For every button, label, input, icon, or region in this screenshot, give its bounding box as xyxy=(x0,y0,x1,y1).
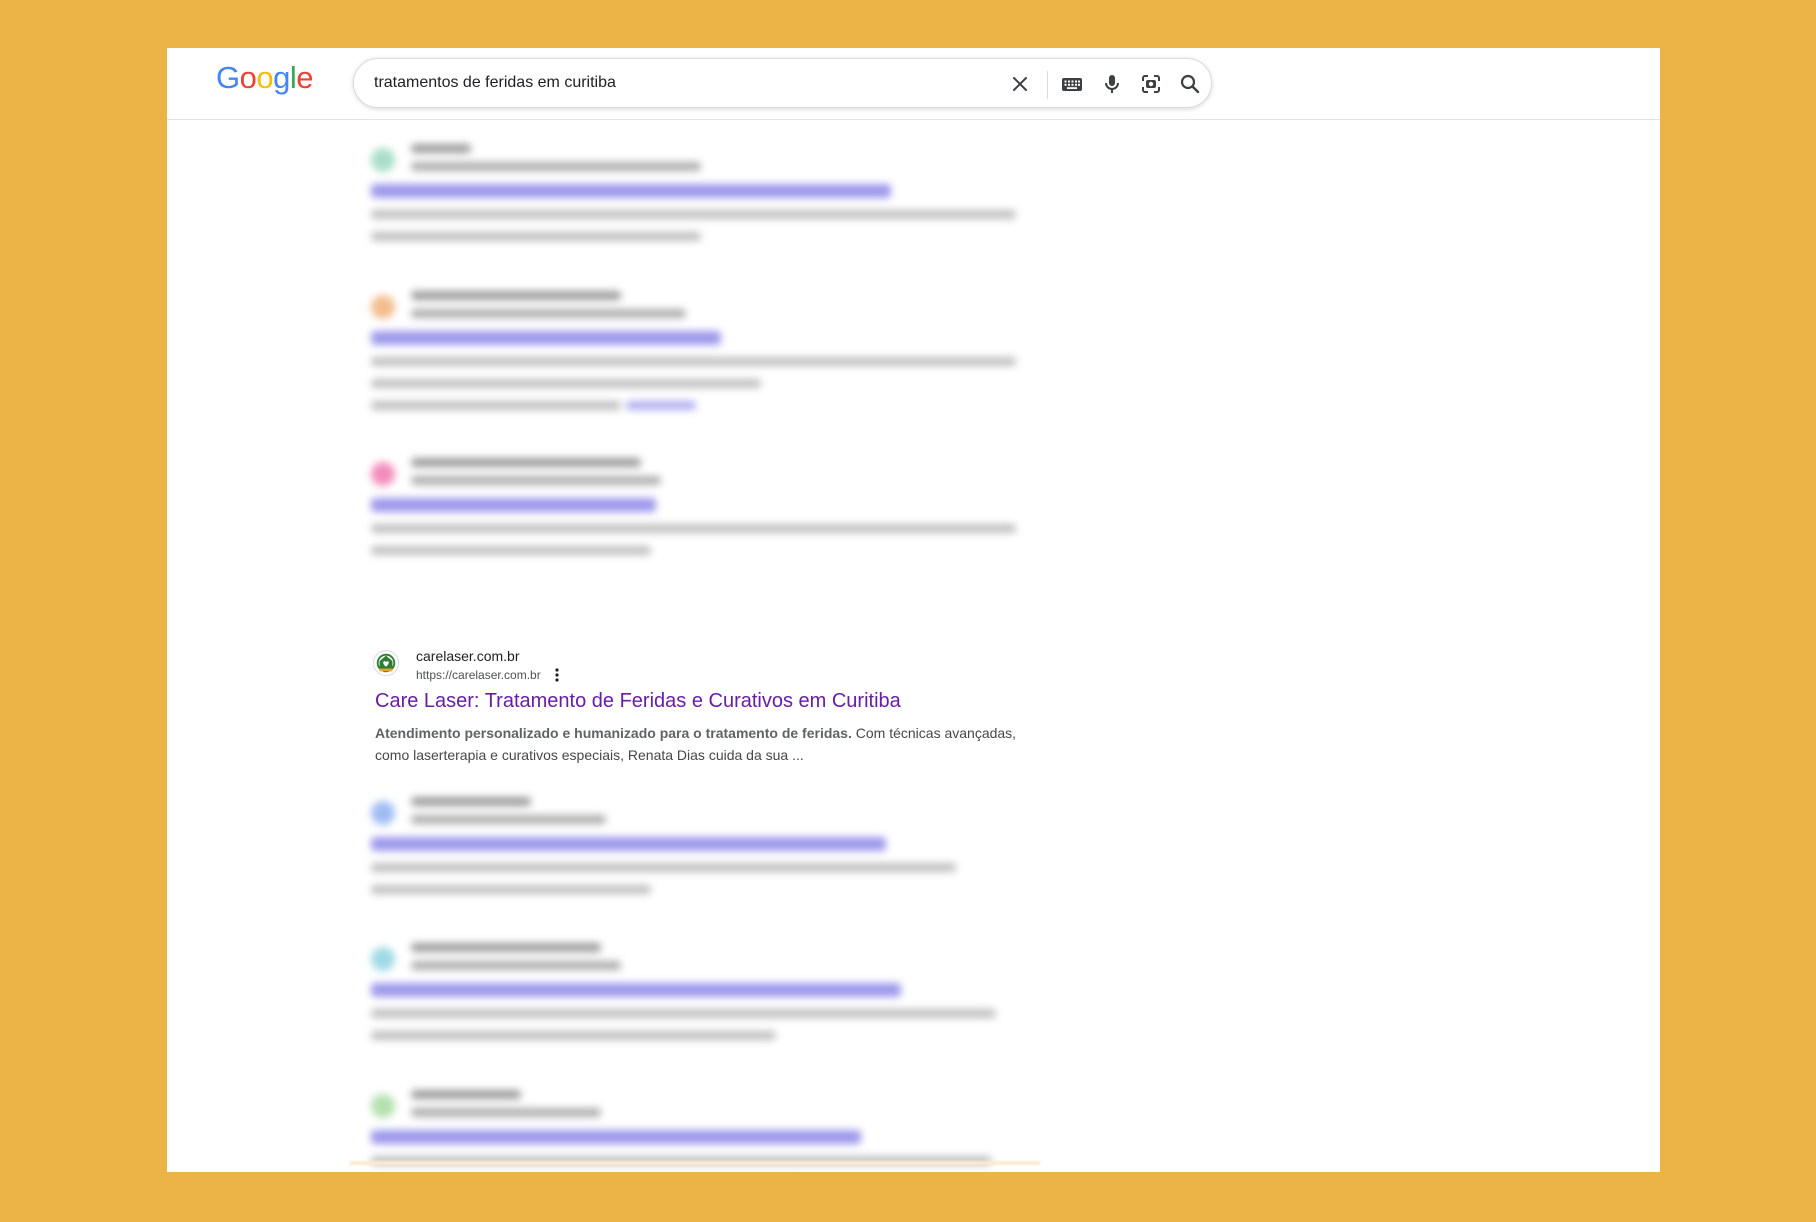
blurred-text xyxy=(371,232,701,241)
blurred-text xyxy=(371,357,1016,366)
logo-letter: g xyxy=(273,60,290,95)
blurred-title xyxy=(371,498,656,512)
blurred-text xyxy=(371,546,651,555)
search-results: carelaser.com.br https://carelaser.com.b… xyxy=(167,120,1660,1172)
blurred-text xyxy=(411,291,621,300)
blurred-link xyxy=(626,401,696,410)
blurred-favicon xyxy=(371,295,395,319)
result-title-link[interactable]: Care Laser: Tratamento de Feridas e Cura… xyxy=(375,690,901,713)
result-snippet-highlight: Atendimento personalizado e humanizado p… xyxy=(375,725,852,741)
blurred-title xyxy=(371,1130,861,1144)
microphone-icon[interactable] xyxy=(1100,72,1124,96)
result-snippet: Atendimento personalizado e humanizado p… xyxy=(375,722,1035,766)
blurred-result xyxy=(371,939,1031,1049)
blurred-text xyxy=(411,943,601,952)
blurred-favicon xyxy=(371,148,395,172)
blurred-result xyxy=(371,1086,1031,1172)
blurred-favicon xyxy=(371,947,395,971)
blurred-text xyxy=(371,1009,996,1018)
blurred-text xyxy=(371,885,651,894)
blurred-text xyxy=(371,210,1016,219)
blurred-text xyxy=(411,1108,601,1117)
result-url[interactable]: https://carelaser.com.br xyxy=(416,668,541,682)
blurred-text xyxy=(411,309,686,318)
blurred-text xyxy=(411,815,606,824)
blurred-title xyxy=(371,983,901,997)
blurred-text xyxy=(411,797,531,806)
result-site-name[interactable]: carelaser.com.br xyxy=(416,648,519,664)
blurred-result xyxy=(371,140,1031,250)
search-divider xyxy=(1047,71,1048,99)
keyboard-icon[interactable] xyxy=(1060,72,1084,96)
blurred-text xyxy=(411,162,701,171)
logo-letter: o xyxy=(256,60,274,95)
search-icon[interactable] xyxy=(1178,72,1202,96)
blurred-text xyxy=(371,1031,776,1040)
blurred-title xyxy=(371,184,891,198)
blurred-text xyxy=(371,863,956,872)
blurred-text xyxy=(411,1090,521,1099)
blurred-result xyxy=(371,454,1031,564)
blurred-title xyxy=(371,837,886,851)
blurred-text xyxy=(371,401,621,410)
search-header: Google xyxy=(167,48,1660,120)
blurred-favicon xyxy=(371,1094,395,1118)
search-input[interactable] xyxy=(374,71,974,95)
care-laser-favicon-icon[interactable] xyxy=(373,650,399,676)
clear-icon[interactable] xyxy=(1008,72,1032,96)
logo-letter: G xyxy=(216,60,240,95)
google-logo[interactable]: Google xyxy=(216,60,314,95)
blurred-text xyxy=(371,379,761,388)
blurred-result xyxy=(371,793,1031,903)
logo-letter: o xyxy=(239,60,257,95)
bottom-highlight-divider xyxy=(350,1161,1040,1165)
blurred-text xyxy=(411,458,641,467)
search-result: carelaser.com.br https://carelaser.com.b… xyxy=(371,646,1051,763)
blurred-text xyxy=(411,144,471,153)
blurred-favicon xyxy=(371,462,395,486)
blurred-text xyxy=(371,524,1016,533)
blurred-title xyxy=(371,331,721,345)
blurred-favicon xyxy=(371,801,395,825)
more-options-icon[interactable] xyxy=(551,666,563,684)
search-box xyxy=(353,58,1212,108)
blurred-result xyxy=(371,287,1031,417)
blurred-text xyxy=(411,476,661,485)
logo-letter: e xyxy=(296,60,314,95)
blurred-text xyxy=(411,961,621,970)
lens-icon[interactable] xyxy=(1139,72,1163,96)
browser-window: Google tratamentos de feridas em curitib… xyxy=(167,48,1660,1172)
